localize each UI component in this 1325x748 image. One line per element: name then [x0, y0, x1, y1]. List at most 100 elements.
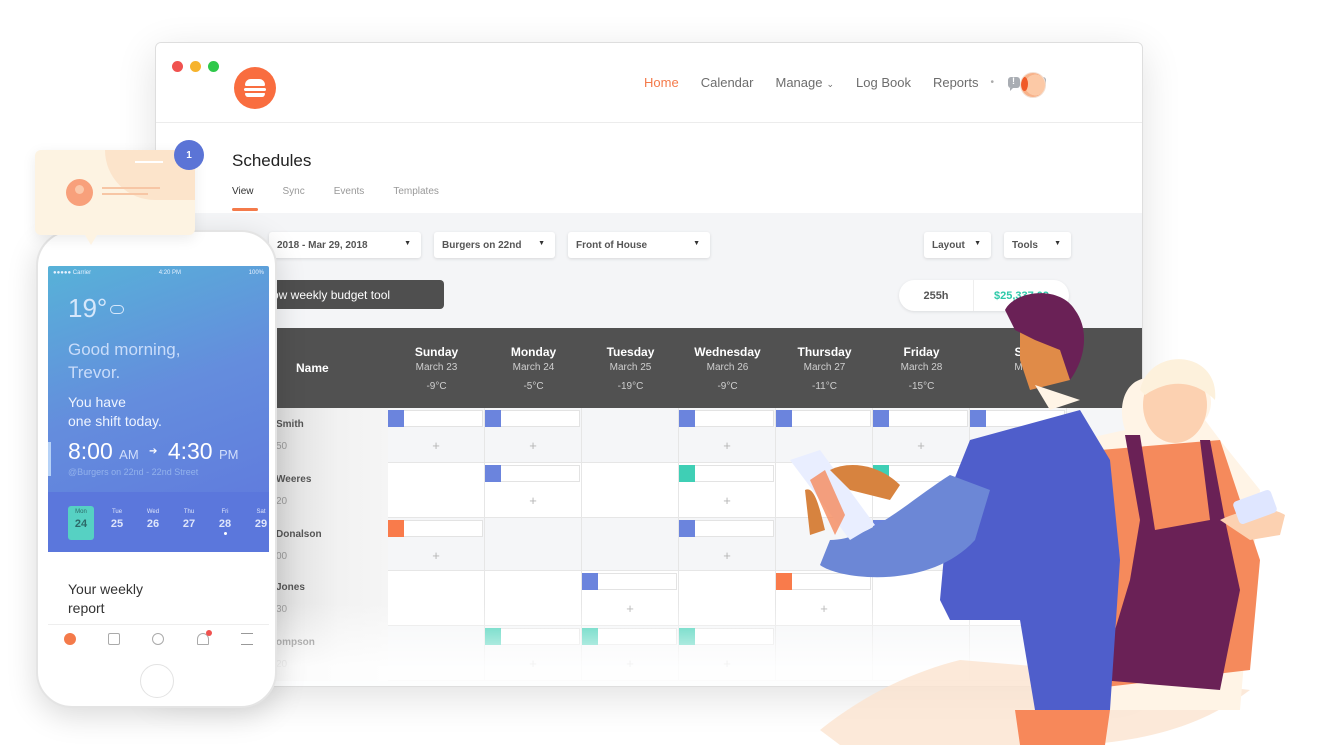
schedule-cell[interactable]: + [776, 571, 873, 626]
schedule-cell[interactable] [582, 408, 679, 463]
schedule-cell[interactable]: + [485, 408, 582, 463]
location-dropdown[interactable]: Burgers on 22nd ▼ [434, 232, 555, 258]
shift-block[interactable] [679, 410, 774, 427]
week-day[interactable]: Thu 27 [176, 509, 202, 530]
add-shift-icon[interactable]: + [679, 438, 775, 453]
add-shift-icon[interactable]: + [485, 656, 581, 671]
shift-block[interactable] [582, 628, 677, 645]
tab-sync[interactable]: Sync [283, 186, 305, 211]
user-avatar[interactable] [1020, 72, 1046, 98]
shift-block[interactable] [970, 410, 1065, 427]
schedule-cell[interactable] [970, 463, 1067, 518]
layout-dropdown[interactable]: Layout ▼ [924, 232, 991, 258]
schedule-cell[interactable] [582, 463, 679, 518]
schedule-cell[interactable]: + [582, 626, 679, 681]
add-shift-icon[interactable]: + [485, 438, 581, 453]
schedule-cell[interactable] [873, 626, 970, 681]
shift-block[interactable] [679, 628, 774, 645]
add-shift-icon[interactable]: + [679, 493, 775, 508]
schedule-cell[interactable] [776, 518, 873, 571]
schedule-cell[interactable]: + [873, 408, 970, 463]
burger-logo-icon[interactable] [234, 67, 276, 109]
schedule-cell[interactable] [970, 626, 1067, 681]
maximize-button[interactable] [208, 61, 219, 72]
shift-block[interactable] [873, 410, 968, 427]
nav-home[interactable]: Home [644, 75, 679, 90]
week-day[interactable]: Wed 26 [140, 509, 166, 530]
weekly-report-card[interactable]: Your weekly report [68, 580, 143, 618]
shift-block[interactable] [776, 573, 871, 590]
nav-calendar[interactable]: Calendar [701, 75, 754, 90]
schedule-cell[interactable]: + [485, 626, 582, 681]
schedule-cell[interactable]: + [679, 463, 776, 518]
tab-templates[interactable]: Templates [393, 186, 439, 211]
schedule-cell[interactable]: + [388, 408, 485, 463]
schedule-cell[interactable]: + [679, 518, 776, 571]
shift-block[interactable] [485, 465, 580, 482]
schedule-cell[interactable] [679, 571, 776, 626]
employee-name[interactable]: Donalson [276, 529, 322, 540]
shift-block[interactable] [485, 410, 580, 427]
schedule-cell[interactable] [873, 463, 970, 518]
nav-log-book[interactable]: Log Book [856, 75, 911, 90]
shift-block[interactable] [873, 520, 968, 537]
schedule-cell[interactable] [388, 571, 485, 626]
schedule-cell[interactable]: + [679, 626, 776, 681]
shift-block[interactable] [388, 410, 483, 427]
home-tab-icon[interactable] [64, 632, 77, 645]
employee-name[interactable]: Smith [276, 419, 304, 430]
employee-name[interactable]: ompson [276, 637, 315, 648]
calendar-tab-icon[interactable] [108, 632, 121, 645]
employee-name[interactable]: Jones [276, 582, 305, 593]
add-shift-icon[interactable]: + [388, 438, 484, 453]
schedule-cell[interactable]: + [582, 571, 679, 626]
add-shift-icon[interactable]: + [776, 601, 872, 616]
add-shift-icon[interactable]: + [582, 656, 678, 671]
nav-reports[interactable]: Reports [933, 75, 979, 90]
weekly-budget-tool-button[interactable]: ow weekly budget tool [252, 280, 444, 309]
week-day[interactable]: Sat 29 [248, 509, 269, 530]
minimize-button[interactable] [190, 61, 201, 72]
shift-block[interactable] [679, 465, 774, 482]
tools-dropdown[interactable]: Tools ▼ [1004, 232, 1071, 258]
schedule-cell[interactable] [582, 518, 679, 571]
schedule-cell[interactable] [873, 571, 970, 626]
nav-manage[interactable]: Manage ⌄ [775, 75, 834, 90]
schedule-cell[interactable] [485, 518, 582, 571]
week-day[interactable]: Tue 25 [104, 509, 130, 530]
date-range-dropdown[interactable]: 2018 - Mar 29, 2018 ▼ [269, 232, 421, 258]
schedule-cell[interactable] [776, 408, 873, 463]
schedule-cell[interactable] [388, 463, 485, 518]
notification-card[interactable]: 1 [35, 140, 204, 245]
schedule-cell[interactable] [485, 571, 582, 626]
add-shift-icon[interactable]: + [873, 438, 969, 453]
schedule-cell[interactable] [776, 463, 873, 518]
schedule-cell[interactable]: + [388, 518, 485, 571]
add-shift-icon[interactable]: + [679, 548, 775, 563]
shift-block[interactable] [873, 465, 968, 482]
add-shift-icon[interactable]: + [582, 601, 678, 616]
close-button[interactable] [172, 61, 183, 72]
bell-tab-icon[interactable] [196, 629, 212, 645]
alert-icon[interactable] [1008, 76, 1020, 91]
tab-events[interactable]: Events [334, 186, 365, 211]
add-shift-icon[interactable]: + [388, 548, 484, 563]
schedule-cell[interactable] [776, 626, 873, 681]
add-shift-icon[interactable]: + [485, 493, 581, 508]
phone-home-button[interactable] [140, 664, 174, 698]
week-day[interactable]: Fri 28 [212, 509, 238, 535]
schedule-cell[interactable] [970, 408, 1067, 463]
add-shift-icon[interactable]: + [679, 656, 775, 671]
shift-block[interactable] [582, 573, 677, 590]
shift-block[interactable] [679, 520, 774, 537]
schedule-cell[interactable] [388, 626, 485, 681]
schedule-cell[interactable]: + [485, 463, 582, 518]
shift-block[interactable] [776, 410, 871, 427]
tab-view[interactable]: View [232, 186, 258, 211]
chat-tab-icon[interactable] [152, 632, 165, 645]
schedule-cell[interactable] [970, 571, 1067, 626]
menu-tab-icon[interactable] [240, 632, 253, 645]
shift-block[interactable] [388, 520, 483, 537]
employee-name[interactable]: Weeres [276, 474, 311, 485]
week-day[interactable]: Mon 24 [68, 506, 94, 540]
